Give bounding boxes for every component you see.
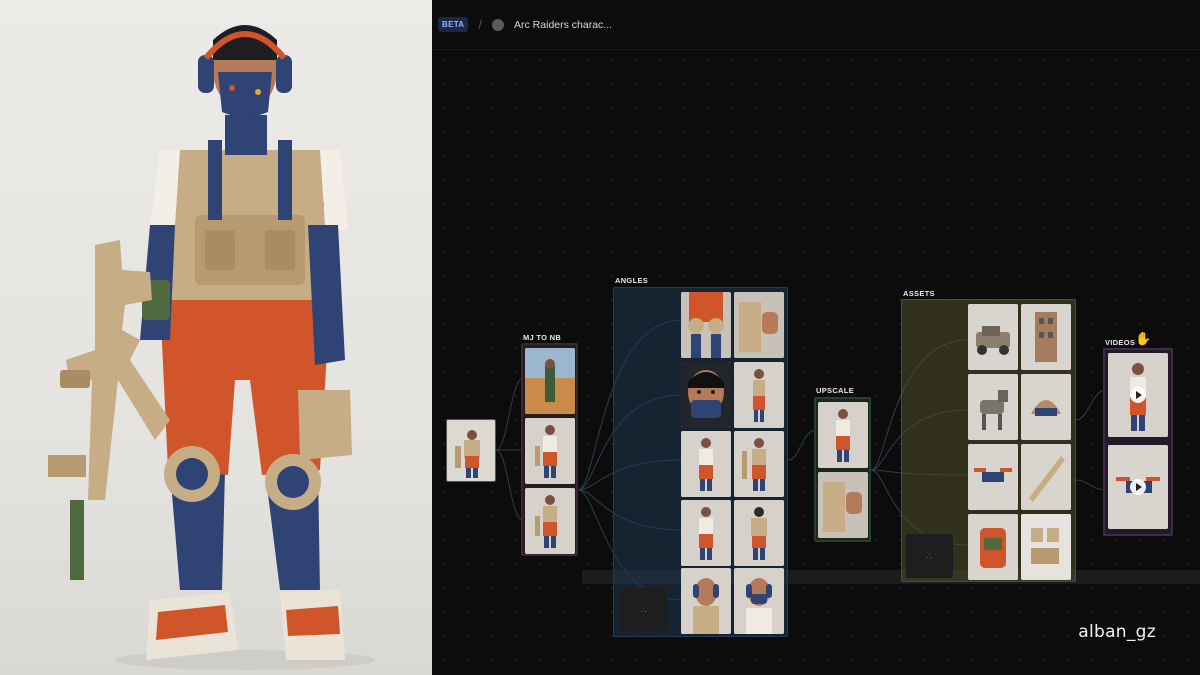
thumb-angle-portrait-mask[interactable]	[734, 568, 784, 634]
group-label-upscale: UPSCALE	[816, 386, 854, 395]
thumb-angle-portrait-headphones[interactable]	[681, 568, 731, 634]
empty-node-icon: ∴	[926, 550, 933, 561]
thumb-angle-rifle[interactable]	[734, 431, 784, 497]
thumb-character-front[interactable]	[525, 418, 575, 484]
group-label-videos: VIDEOS	[1105, 338, 1136, 347]
thumb-angle-back[interactable]	[734, 500, 784, 566]
character-render-image	[0, 0, 432, 675]
asset-drone[interactable]	[968, 444, 1018, 510]
thumb-angle-hand-gear[interactable]	[734, 292, 784, 358]
group-label-mj-to-nb: MJ TO NB	[523, 333, 562, 342]
source-image-node[interactable]	[446, 419, 496, 482]
thumb-angle-side[interactable]	[734, 362, 784, 428]
asset-vehicle[interactable]	[968, 304, 1018, 370]
thumb-upscale-full-body[interactable]	[818, 402, 868, 468]
assets-empty-node[interactable]: ∴	[906, 534, 953, 578]
video-character-clip[interactable]	[1108, 353, 1168, 437]
thumb-character-full	[447, 420, 495, 481]
thumb-desert-character[interactable]	[525, 348, 575, 414]
asset-backpack[interactable]	[968, 514, 1018, 580]
video-drone-clip[interactable]	[1108, 445, 1168, 529]
play-icon[interactable]	[1130, 479, 1146, 495]
asset-gear-kit[interactable]	[1021, 514, 1071, 580]
play-icon[interactable]	[1130, 387, 1146, 403]
asset-robot-dog[interactable]	[968, 374, 1018, 440]
angles-empty-node[interactable]: ∴	[620, 588, 667, 632]
asset-helmet[interactable]	[1021, 374, 1071, 440]
thumb-angle-front[interactable]	[681, 431, 731, 497]
thumb-angle-face-closeup[interactable]	[681, 362, 731, 428]
workflow-canvas[interactable]: BETA / Arc Raiders charac... MJ TO NB AN…	[432, 0, 1200, 675]
thumb-character-front-alt[interactable]	[525, 488, 575, 554]
group-videos[interactable]	[1103, 348, 1173, 536]
thumb-angle-three-quarter[interactable]	[681, 500, 731, 566]
creator-watermark: alban_gz	[1078, 622, 1156, 642]
character-illustration	[48, 25, 375, 670]
thumb-upscale-hand-gear[interactable]	[818, 472, 868, 538]
group-mj-to-nb[interactable]	[521, 343, 578, 556]
hand-pointer-icon: ✋	[1135, 331, 1152, 346]
empty-node-icon: ∴	[640, 604, 647, 615]
asset-building[interactable]	[1021, 304, 1071, 370]
asset-rifle[interactable]	[1021, 444, 1071, 510]
thumb-angle-knees[interactable]	[681, 292, 731, 358]
group-label-assets: ASSETS	[903, 289, 935, 298]
group-label-angles: ANGLES	[615, 276, 649, 285]
group-upscale[interactable]	[814, 397, 871, 542]
